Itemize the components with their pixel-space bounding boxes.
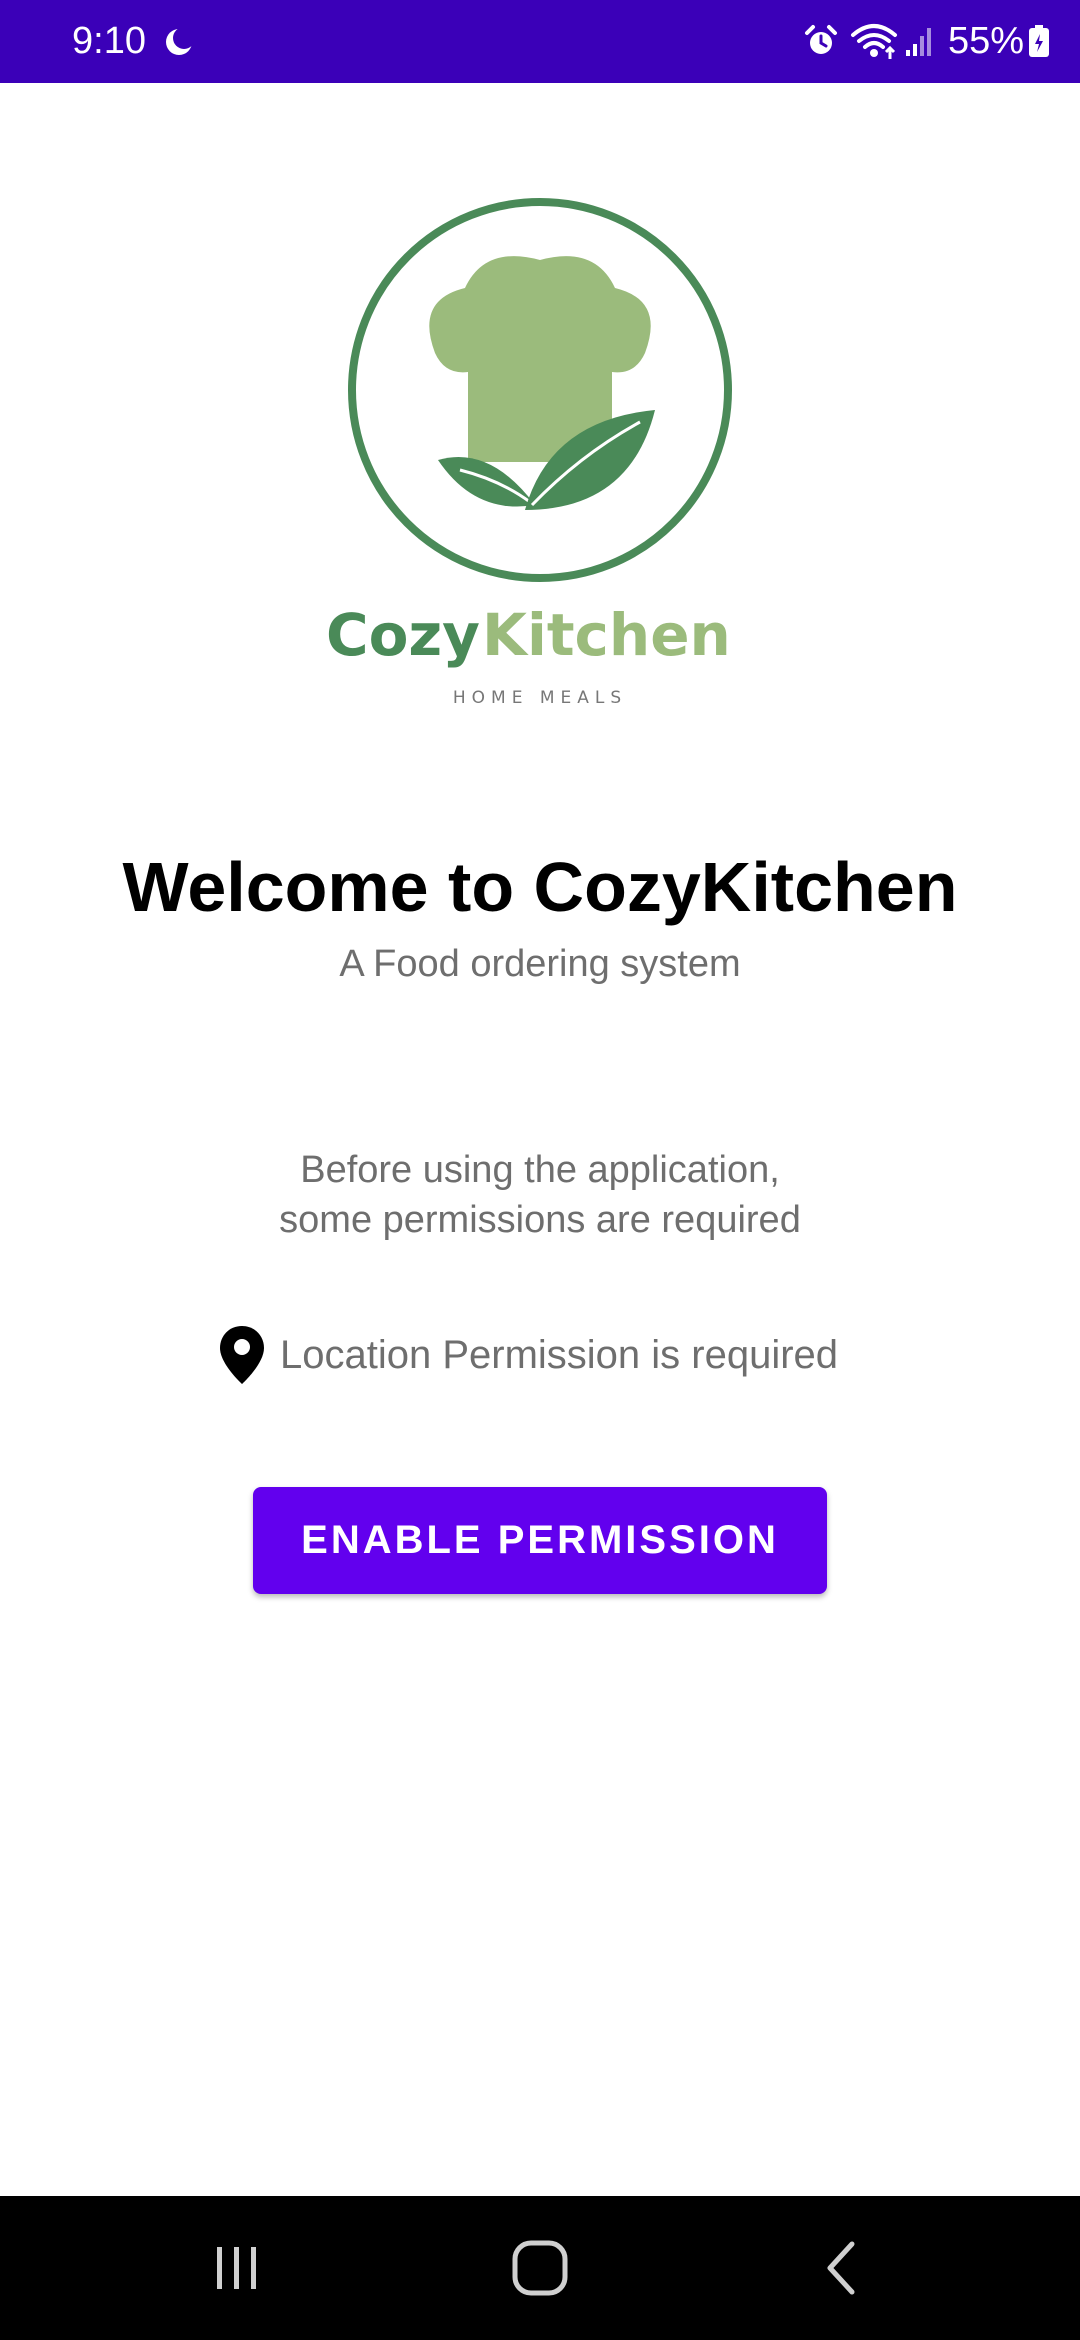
permission-intro-line2: some permissions are required: [279, 1199, 801, 1241]
permission-intro-line1: Before using the application,: [300, 1149, 780, 1191]
welcome-title: Welcome to CozyKitchen: [122, 848, 958, 926]
location-pin-icon: [220, 1326, 264, 1384]
moon-icon: [166, 27, 194, 55]
enable-permission-button[interactable]: ENABLE PERMISSION: [253, 1487, 827, 1594]
home-button[interactable]: [450, 2196, 630, 2340]
back-button[interactable]: [752, 2196, 932, 2340]
permission-intro: Before using the application, some permi…: [0, 1145, 1080, 1245]
home-icon: [512, 2240, 568, 2296]
status-icons: 55%: [804, 16, 1050, 66]
status-bar: 9:10 55%: [0, 0, 1080, 83]
back-icon: [827, 2241, 855, 2295]
logo-word-cozy: Cozy: [326, 601, 480, 669]
signal-icon: [905, 28, 931, 56]
status-time: 9:10: [72, 20, 146, 62]
recent-apps-icon: [217, 2247, 256, 2289]
logo-tagline: HOME MEALS: [453, 688, 627, 708]
cozykitchen-logo: Cozy Kitchen HOME MEALS: [326, 198, 732, 708]
logo-word-kitchen: Kitchen: [482, 601, 731, 669]
location-permission-text: Location Permission is required: [280, 1333, 839, 1377]
location-permission-row: Location Permission is required: [218, 1322, 838, 1388]
welcome-subtitle: A Food ordering system: [339, 943, 741, 985]
battery-charging-icon: [1029, 25, 1049, 57]
wifi-icon: [850, 24, 897, 59]
alarm-icon: [804, 25, 837, 54]
recent-apps-button[interactable]: [147, 2196, 327, 2340]
navigation-bar: [0, 2196, 1080, 2340]
battery-percent: 55%: [947, 20, 1024, 62]
